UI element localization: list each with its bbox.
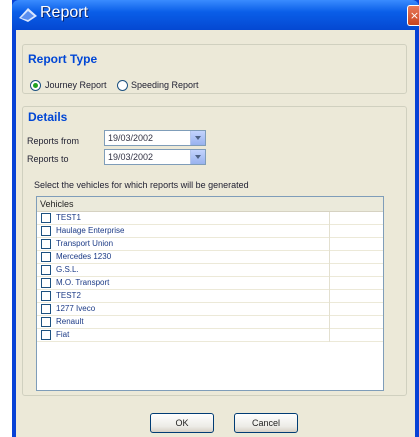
- vehicle-name: G.S.L.: [56, 265, 79, 274]
- report-window: Report × Report Type Journey Report Spee…: [12, 0, 419, 437]
- vehicle-checkbox[interactable]: [41, 304, 51, 314]
- vehicle-name: Renault: [56, 317, 84, 326]
- chevron-down-icon[interactable]: [190, 150, 205, 164]
- table-row[interactable]: Haulage Enterprise: [37, 225, 383, 238]
- reports-from-value: 19/03/2002: [108, 133, 154, 143]
- report-type-title: Report Type: [28, 52, 98, 66]
- vehicle-checkbox[interactable]: [41, 252, 51, 262]
- vehicle-instruction: Select the vehicles for which reports wi…: [34, 180, 249, 190]
- table-row[interactable]: Transport Union: [37, 238, 383, 251]
- vehicle-name: TEST2: [56, 291, 81, 300]
- table-row[interactable]: TEST2: [37, 290, 383, 303]
- vehicle-checkbox[interactable]: [41, 239, 51, 249]
- close-button[interactable]: ×: [407, 5, 419, 26]
- journey-report-label[interactable]: Journey Report: [45, 80, 107, 90]
- reports-from-date-picker[interactable]: 19/03/2002: [104, 130, 206, 146]
- vehicle-checkbox[interactable]: [41, 317, 51, 327]
- table-row[interactable]: TEST1: [37, 212, 383, 225]
- vehicle-name: M.O. Transport: [56, 278, 110, 287]
- column-divider: [329, 316, 330, 329]
- reports-to-label: Reports to: [27, 154, 69, 164]
- vehicle-name: TEST1: [56, 213, 81, 222]
- vehicles-header-label: Vehicles: [40, 199, 74, 209]
- vehicle-name: Mercedes 1230: [56, 252, 112, 261]
- details-title: Details: [28, 110, 68, 124]
- vehicle-checkbox[interactable]: [41, 213, 51, 223]
- vehicles-table: Vehicles TEST1 Haulage Enterprise Transp…: [36, 196, 384, 391]
- column-divider: [329, 277, 330, 290]
- column-divider: [329, 290, 330, 303]
- speeding-report-label[interactable]: Speeding Report: [131, 80, 199, 90]
- reports-to-date-picker[interactable]: 19/03/2002: [104, 149, 206, 165]
- ok-button[interactable]: OK: [150, 413, 214, 433]
- column-divider: [329, 264, 330, 277]
- column-divider: [329, 212, 330, 225]
- table-row[interactable]: Renault: [37, 316, 383, 329]
- table-row[interactable]: Fiat: [37, 329, 383, 342]
- vehicle-checkbox[interactable]: [41, 330, 51, 340]
- journey-report-radio[interactable]: [30, 80, 41, 91]
- vehicle-checkbox[interactable]: [41, 278, 51, 288]
- table-row[interactable]: Mercedes 1230: [37, 251, 383, 264]
- dialog-body: Report Type Journey Report Speeding Repo…: [16, 30, 415, 437]
- vehicles-column-header[interactable]: Vehicles: [37, 197, 383, 212]
- speeding-report-radio[interactable]: [117, 80, 128, 91]
- reports-to-value: 19/03/2002: [108, 152, 154, 162]
- close-icon: ×: [409, 9, 419, 22]
- window-title: Report: [40, 4, 89, 21]
- column-divider: [329, 303, 330, 316]
- vehicle-checkbox[interactable]: [41, 265, 51, 275]
- vehicle-name: Haulage Enterprise: [56, 226, 125, 235]
- vehicle-name: Transport Union: [56, 239, 114, 248]
- column-divider: [329, 329, 330, 342]
- vehicle-name: 1277 Iveco: [56, 304, 96, 313]
- vehicle-name: Fiat: [56, 330, 70, 339]
- column-divider: [329, 251, 330, 264]
- report-app-icon: [19, 8, 37, 22]
- table-row[interactable]: M.O. Transport: [37, 277, 383, 290]
- column-divider: [329, 225, 330, 238]
- vehicle-checkbox[interactable]: [41, 291, 51, 301]
- vehicle-checkbox[interactable]: [41, 226, 51, 236]
- table-row[interactable]: G.S.L.: [37, 264, 383, 277]
- chevron-down-icon[interactable]: [190, 131, 205, 145]
- title-bar[interactable]: Report ×: [12, 0, 419, 30]
- cancel-button[interactable]: Cancel: [234, 413, 298, 433]
- column-divider: [329, 238, 330, 251]
- reports-from-label: Reports from: [27, 136, 80, 146]
- table-row[interactable]: 1277 Iveco: [37, 303, 383, 316]
